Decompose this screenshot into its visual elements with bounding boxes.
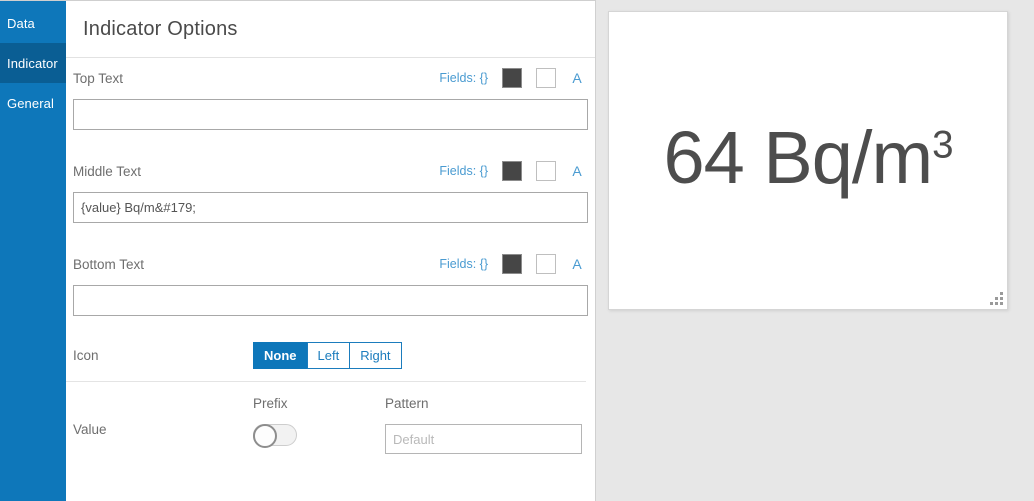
- bottom-text-row: Bottom Text Fields: {} A: [66, 249, 595, 279]
- sidebar-item-general[interactable]: General: [0, 83, 66, 123]
- top-text-fields-link[interactable]: Fields: {}: [439, 71, 488, 85]
- icon-option-left[interactable]: Left: [306, 342, 351, 369]
- prefix-label: Prefix: [253, 396, 288, 411]
- top-text-font-icon[interactable]: A: [570, 70, 584, 86]
- panel-header: Indicator Options: [66, 1, 595, 58]
- top-text-input[interactable]: [73, 99, 588, 130]
- sidebar-item-data[interactable]: Data: [0, 3, 66, 43]
- top-text-background-swatch[interactable]: [536, 68, 556, 88]
- form-panel: Indicator Options Top Text Fields: {} A …: [66, 0, 596, 501]
- bottom-text-color-swatch[interactable]: [502, 254, 522, 274]
- middle-text-background-swatch[interactable]: [536, 161, 556, 181]
- middle-text-row: Middle Text Fields: {} A: [66, 156, 595, 186]
- middle-text-color-swatch[interactable]: [502, 161, 522, 181]
- preview-value-main: 64 Bq/m: [663, 115, 934, 199]
- prefix-toggle[interactable]: [253, 424, 297, 448]
- preview-value-text: 64 Bq/m3: [664, 120, 954, 201]
- top-text-label: Top Text: [73, 70, 124, 86]
- sidebar-item-label: Indicator: [7, 55, 58, 71]
- value-row: Value Prefix Pattern: [66, 396, 595, 454]
- bottom-text-fields-link[interactable]: Fields: {}: [439, 257, 488, 271]
- middle-text-font-icon[interactable]: A: [570, 163, 584, 179]
- resize-grip-icon[interactable]: [990, 292, 1003, 305]
- indicator-preview-card[interactable]: 64 Bq/m3: [608, 11, 1008, 310]
- prefix-toggle-knob: [253, 424, 277, 448]
- bottom-text-background-swatch[interactable]: [536, 254, 556, 274]
- bottom-text-input[interactable]: [73, 285, 588, 316]
- pattern-label: Pattern: [385, 396, 429, 411]
- bottom-text-font-icon[interactable]: A: [570, 256, 584, 272]
- bottom-text-label: Bottom Text: [73, 256, 145, 272]
- preview-value-superscript: 3: [932, 122, 953, 166]
- value-label: Value: [73, 422, 107, 437]
- sidebar-item-indicator[interactable]: Indicator: [0, 43, 66, 83]
- sidebar-item-label: Data: [7, 15, 35, 31]
- icon-row: Icon None Left Right: [66, 330, 586, 382]
- prefix-group: Prefix: [253, 396, 385, 454]
- middle-text-input[interactable]: [73, 192, 588, 223]
- icon-option-none[interactable]: None: [253, 342, 308, 369]
- sidebar-item-label: General: [7, 95, 54, 111]
- top-text-row: Top Text Fields: {} A: [66, 63, 595, 93]
- icon-option-right[interactable]: Right: [349, 342, 402, 369]
- middle-text-fields-link[interactable]: Fields: {}: [439, 164, 488, 178]
- indicator-options-screen: Data Indicator General Indicator Options…: [0, 0, 1034, 501]
- pattern-input[interactable]: [385, 424, 582, 454]
- form-body: Top Text Fields: {} A Middle Text Fields…: [66, 63, 595, 454]
- sidebar-tabs: Data Indicator General: [0, 0, 66, 501]
- pattern-group: Pattern: [385, 396, 595, 454]
- top-text-color-swatch[interactable]: [502, 68, 522, 88]
- icon-position-button-group: None Left Right: [253, 342, 402, 369]
- middle-text-label: Middle Text: [73, 163, 142, 179]
- icon-label: Icon: [73, 348, 99, 363]
- preview-area: 64 Bq/m3: [596, 0, 1034, 501]
- page-title: Indicator Options: [83, 17, 238, 40]
